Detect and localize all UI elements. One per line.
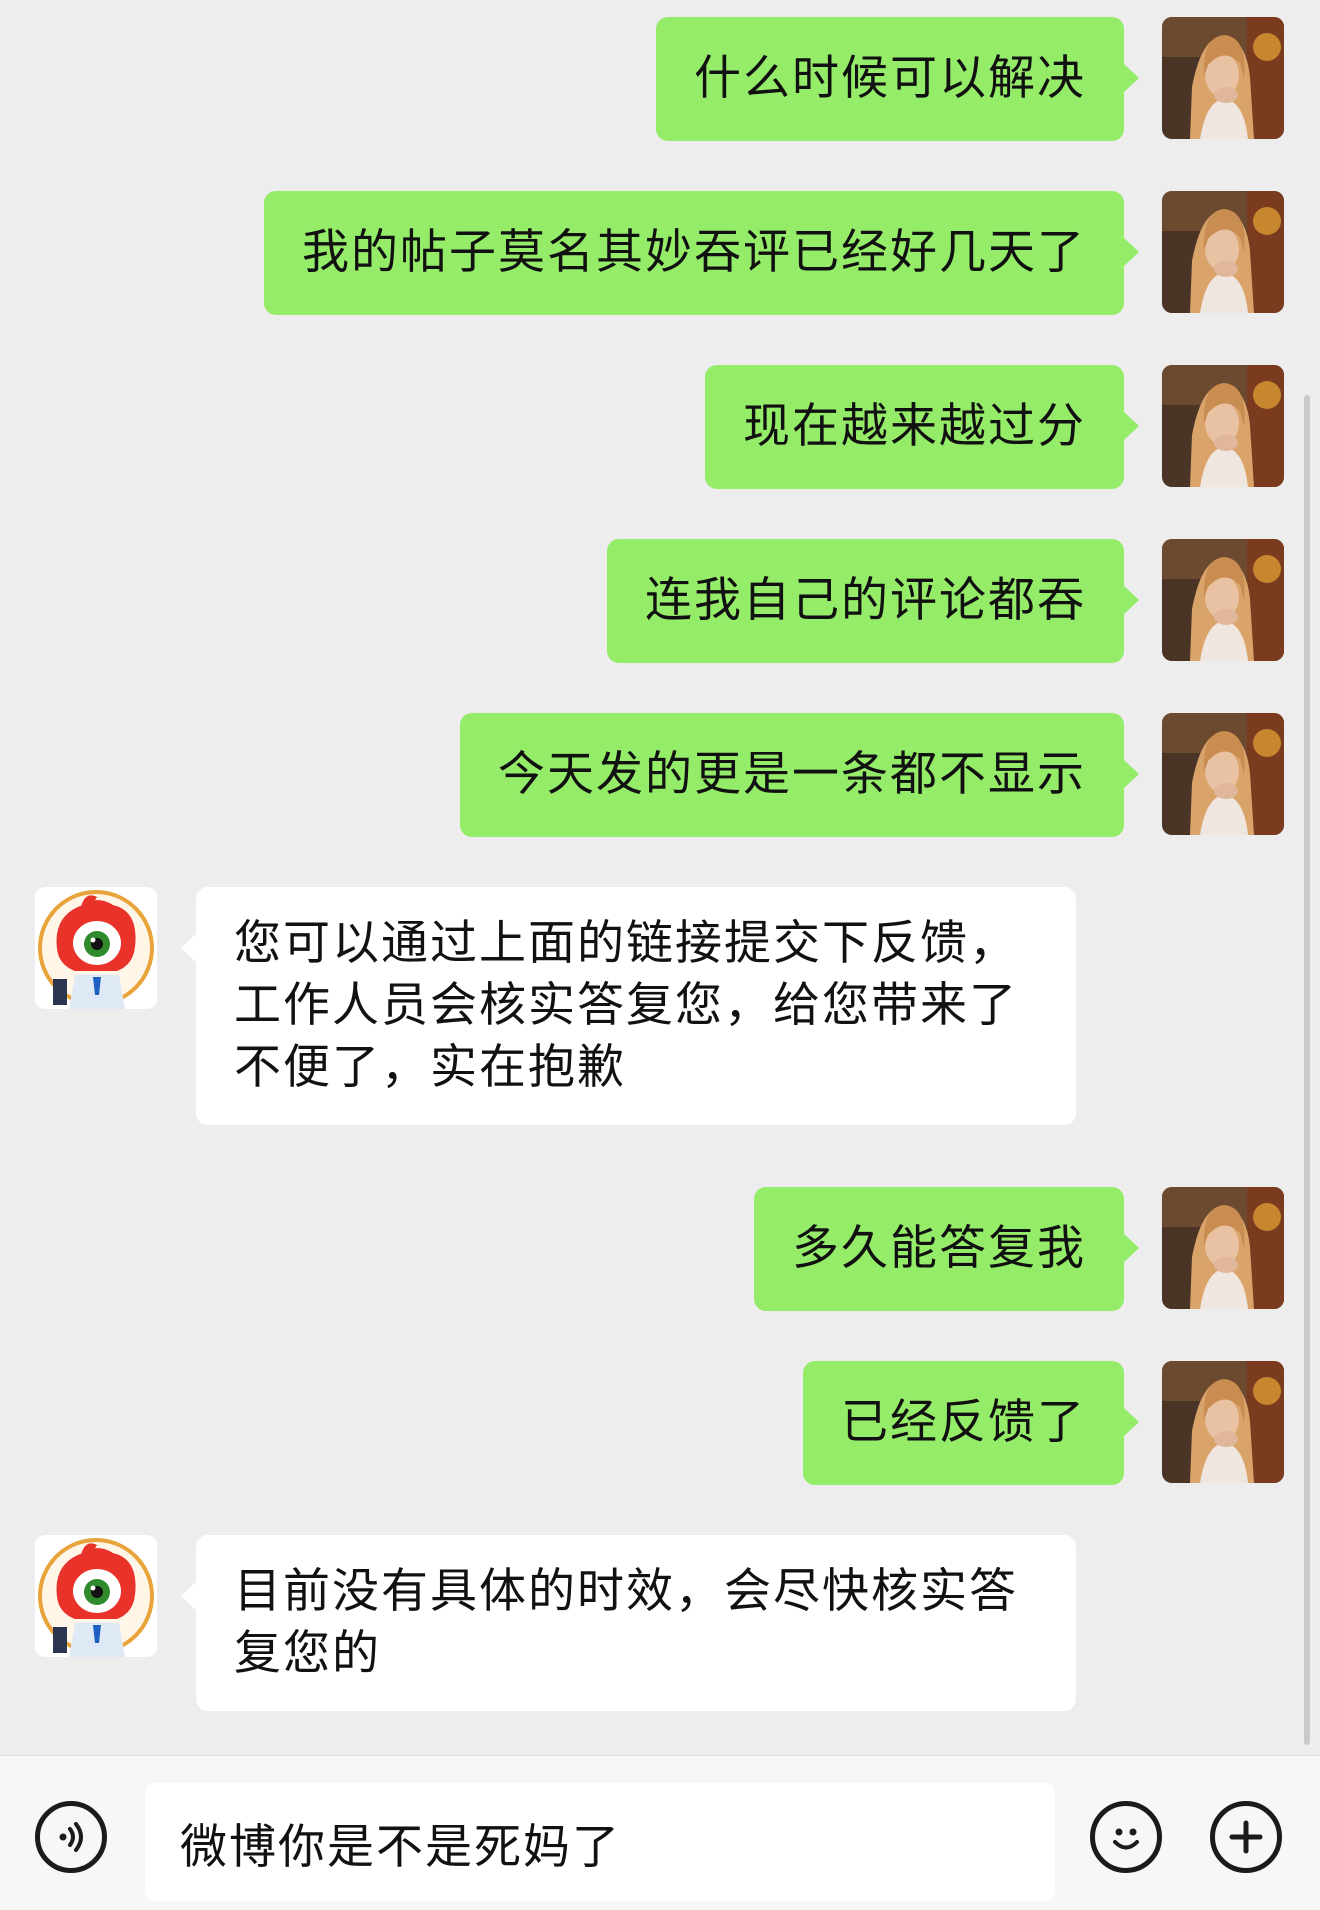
service-message-bubble[interactable]: 您可以通过上面的链接提交下反馈，工作人员会核实答复您，给您带来了不便了，实在抱歉 (181, 887, 1076, 1125)
my-avatar[interactable] (1162, 1361, 1284, 1483)
message-text: 您可以通过上面的链接提交下反馈，工作人员会核实答复您，给您带来了不便了，实在抱歉 (234, 916, 1018, 1095)
my-avatar[interactable] (1162, 365, 1284, 487)
my-message-bubble[interactable]: 连我自己的评论都吞 (607, 539, 1139, 663)
my-avatar[interactable] (1162, 1187, 1284, 1309)
my-message-bubble[interactable]: 我的帖子莫名其妙吞评已经好几天了 (264, 191, 1139, 315)
input-text: 微博你是不是死妈了 (180, 1819, 621, 1875)
my-message-bubble[interactable]: 已经反馈了 (803, 1361, 1139, 1485)
my-message-bubble[interactable]: 今天发的更是一条都不显示 (460, 713, 1139, 837)
more-button[interactable] (1210, 1801, 1282, 1873)
my-avatar[interactable] (1162, 17, 1284, 139)
scrollbar[interactable] (1304, 395, 1310, 1745)
voice-icon (59, 1822, 83, 1852)
service-message-bubble[interactable]: 目前没有具体的时效，会尽快核实答复您的 (181, 1535, 1076, 1711)
emoji-icon (1113, 1828, 1139, 1850)
message-text: 我的帖子莫名其妙吞评已经好几天了 (302, 225, 1086, 280)
message-text: 今天发的更是一条都不显示 (498, 747, 1086, 802)
my-avatar[interactable] (1162, 191, 1284, 313)
chat-messages[interactable]: 什么时候可以解决 我的帖子莫名其妙吞评已经好几天了 现在越来越过分 连我自己的评… (0, 0, 1320, 1755)
service-avatar[interactable] (35, 1535, 157, 1657)
service-avatar[interactable] (35, 887, 157, 1009)
my-message-bubble[interactable]: 多久能答复我 (754, 1187, 1139, 1311)
message-text: 什么时候可以解决 (694, 51, 1086, 106)
message-text: 连我自己的评论都吞 (645, 573, 1086, 628)
message-text: 多久能答复我 (792, 1221, 1086, 1276)
message-text: 已经反馈了 (841, 1395, 1086, 1450)
voice-button[interactable] (35, 1801, 107, 1873)
plus-icon (1229, 1820, 1263, 1854)
my-avatar[interactable] (1162, 713, 1284, 835)
message-text: 目前没有具体的时效，会尽快核实答复您的 (234, 1564, 1018, 1681)
my-message-bubble[interactable]: 什么时候可以解决 (656, 17, 1139, 141)
input-bar: 微博你是不是死妈了 (0, 1755, 1320, 1910)
emoji-button[interactable] (1090, 1801, 1162, 1873)
my-message-bubble[interactable]: 现在越来越过分 (705, 365, 1139, 489)
my-avatar[interactable] (1162, 539, 1284, 661)
message-text: 现在越来越过分 (743, 399, 1086, 454)
message-input[interactable]: 微博你是不是死妈了 (145, 1783, 1055, 1901)
